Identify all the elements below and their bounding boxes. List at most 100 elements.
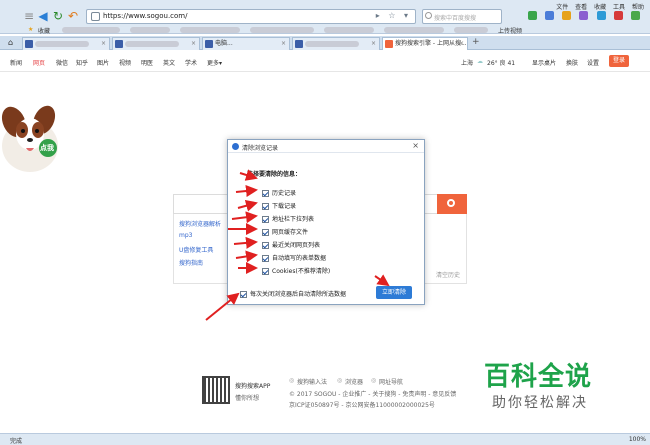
- option-history[interactable]: 历史记录: [262, 188, 296, 197]
- footer-link[interactable]: 网址导航: [379, 377, 403, 386]
- bookmark-item[interactable]: [180, 26, 240, 33]
- nav-scholar[interactable]: 学术: [185, 58, 197, 67]
- checkbox[interactable]: [262, 268, 269, 275]
- option-cookies[interactable]: Cookies(不推荐清除): [262, 266, 330, 275]
- option-downloads[interactable]: 下载记录: [262, 201, 296, 210]
- auto-clear-option[interactable]: 每次关闭浏览器后自动清除所选数据: [240, 289, 346, 298]
- nav-wechat[interactable]: 微信: [56, 58, 68, 67]
- suggestion-item[interactable]: 搜狗指南: [179, 258, 203, 267]
- undo-icon[interactable]: ↶: [66, 9, 80, 23]
- skin-link[interactable]: 换肤: [566, 58, 578, 67]
- extension-icon[interactable]: [596, 11, 606, 20]
- city[interactable]: 上海: [461, 58, 473, 67]
- status-text: 完成: [10, 438, 23, 445]
- bookmark-item[interactable]: [250, 26, 314, 33]
- checkbox[interactable]: [262, 216, 269, 223]
- tab-label: 搜狗搜索引擎 - 上网从搜...: [395, 40, 467, 47]
- tab-favicon: [115, 40, 123, 48]
- tab-favicon: [25, 40, 33, 48]
- browser-search-box[interactable]: 搜索中百度搜搜: [422, 9, 502, 24]
- close-icon[interactable]: ×: [281, 38, 286, 50]
- close-icon[interactable]: ×: [101, 38, 106, 50]
- clear-now-button[interactable]: 立即清除: [376, 286, 412, 299]
- menu-file[interactable]: 文件: [556, 4, 568, 11]
- extension-icon[interactable]: [579, 11, 589, 20]
- nav-video[interactable]: 视频: [119, 58, 131, 67]
- close-icon[interactable]: ×: [459, 38, 464, 50]
- menu-favorites[interactable]: 收藏: [594, 4, 606, 11]
- close-icon[interactable]: ×: [371, 38, 376, 50]
- logo-badge[interactable]: 点我: [40, 143, 54, 153]
- address-bar[interactable]: https://www.sogou.com/ ▸ ☆ ▾: [86, 9, 416, 24]
- menu-help[interactable]: 帮助: [632, 4, 644, 11]
- back-icon[interactable]: ◀: [36, 9, 50, 23]
- nav-web[interactable]: 网页: [33, 58, 45, 67]
- bookmark-item[interactable]: [384, 26, 444, 33]
- bookmark-item[interactable]: [324, 26, 374, 33]
- nav-english[interactable]: 英文: [163, 58, 175, 67]
- nav-news[interactable]: 新闻: [10, 58, 22, 67]
- tab[interactable]: ×: [292, 37, 380, 50]
- close-icon[interactable]: ×: [191, 38, 196, 50]
- bookmark-favorites[interactable]: 收藏: [38, 26, 50, 35]
- refresh-icon[interactable]: ↻: [51, 9, 65, 23]
- option-recently-closed[interactable]: 最近关闭网页列表: [262, 240, 320, 249]
- search-icon: [447, 199, 455, 207]
- footer-link[interactable]: 浏览器: [345, 377, 363, 386]
- watermark-subtitle: 助你轻松解决: [492, 395, 588, 411]
- close-icon[interactable]: ×: [412, 141, 419, 150]
- checkbox[interactable]: [262, 255, 269, 262]
- top-menu: 文件 查看 收藏 工具 帮助: [551, 2, 644, 11]
- search-button[interactable]: [437, 194, 467, 214]
- checkbox[interactable]: [262, 190, 269, 197]
- checkbox[interactable]: [262, 242, 269, 249]
- extension-icon[interactable]: [562, 11, 572, 20]
- login-button[interactable]: 登录: [609, 55, 629, 67]
- bookmark-item[interactable]: [130, 26, 170, 33]
- menu-tools[interactable]: 工具: [613, 4, 625, 11]
- tab-favicon: [385, 40, 393, 48]
- tab[interactable]: ×: [22, 37, 110, 50]
- clear-history-link[interactable]: 清空历史: [436, 270, 460, 279]
- menu-view[interactable]: 查看: [575, 4, 587, 11]
- nav-more[interactable]: 更多▾: [207, 58, 222, 67]
- zoom-level[interactable]: 100%: [629, 436, 646, 443]
- suggestion-item[interactable]: U盘修复工具: [179, 245, 213, 254]
- option-form-data[interactable]: 自动填写的表单数据: [262, 253, 326, 262]
- checkbox[interactable]: [262, 229, 269, 236]
- dialog-title: 清除浏览记录: [242, 145, 279, 152]
- option-address-dropdown[interactable]: 地址栏下拉列表: [262, 214, 314, 223]
- option-cache[interactable]: 网页缓存文件: [262, 227, 308, 236]
- menu-icon[interactable]: ≡: [22, 9, 36, 23]
- home-icon[interactable]: ⌂: [8, 38, 13, 47]
- extension-icon[interactable]: [613, 11, 623, 20]
- nav-doctor[interactable]: 明医: [141, 58, 153, 67]
- bookmark-item[interactable]: [62, 26, 120, 33]
- tab[interactable]: 电脑... ×: [202, 37, 290, 50]
- footer-app-sub: 懂你所想: [235, 395, 260, 402]
- tab-active[interactable]: 搜狗搜索引擎 - 上网从搜... ×: [382, 37, 468, 50]
- checkbox[interactable]: [240, 291, 247, 298]
- address-url: https://www.sogou.com/: [103, 12, 188, 20]
- checkbox[interactable]: [262, 203, 269, 210]
- nav-zhihu[interactable]: 知乎: [76, 58, 88, 67]
- dialog-header: 选择要清除的信息：: [247, 171, 302, 178]
- show-desktop-link[interactable]: 显示桌片: [532, 58, 556, 67]
- suggestion-item[interactable]: 搜狗浏览器解析: [179, 219, 221, 228]
- bookmark-upload-video[interactable]: 上传视频: [498, 26, 522, 35]
- address-tools-icon[interactable]: ▸ ☆ ▾: [376, 11, 411, 20]
- suggestion-item[interactable]: mp3: [179, 232, 192, 239]
- secure-icon: [91, 12, 100, 21]
- nav-images[interactable]: 图片: [97, 58, 109, 67]
- extension-icon[interactable]: [544, 11, 554, 20]
- bookmark-item[interactable]: [454, 26, 488, 33]
- tab-favicon: [295, 40, 303, 48]
- tab[interactable]: ×: [112, 37, 200, 50]
- extension-icon[interactable]: [527, 11, 537, 20]
- footer-app-name[interactable]: 搜狗搜索APP: [235, 381, 270, 390]
- new-tab-button[interactable]: +: [472, 37, 480, 47]
- settings-link[interactable]: 设置: [587, 58, 599, 67]
- sogou-dog-logo[interactable]: [0, 96, 70, 176]
- footer-link[interactable]: 搜狗输入法: [297, 377, 327, 386]
- extension-icon[interactable]: [631, 11, 640, 20]
